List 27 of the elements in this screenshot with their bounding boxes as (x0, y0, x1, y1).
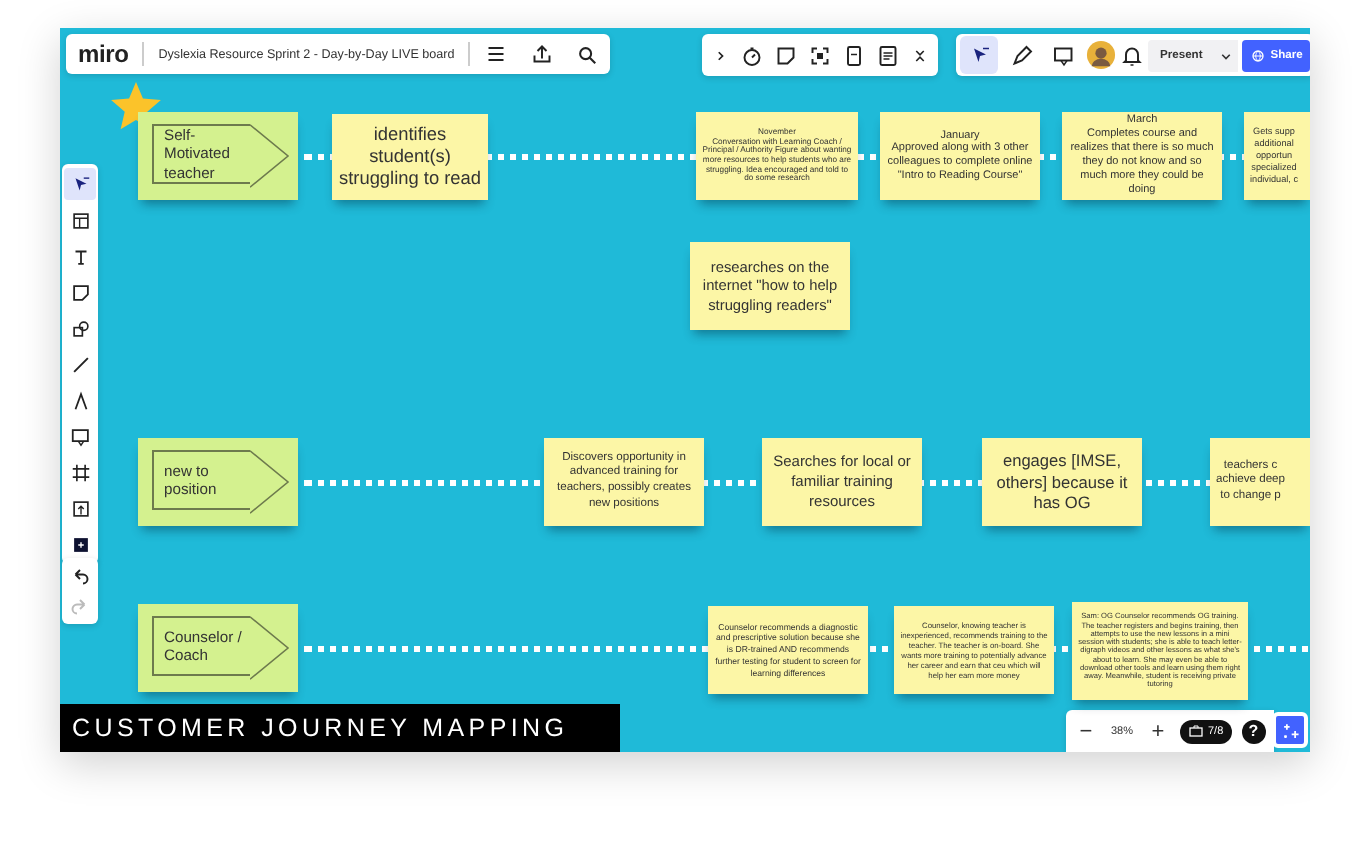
menu-icon[interactable] (484, 42, 509, 66)
frames-icon[interactable] (1188, 723, 1204, 739)
focus-icon[interactable] (808, 43, 832, 67)
notifications-icon[interactable] (1120, 43, 1144, 67)
comment-icon[interactable] (1051, 43, 1075, 67)
document-icon[interactable] (842, 43, 866, 67)
help-button[interactable]: ? (1241, 719, 1266, 743)
collapse-icon[interactable] (910, 45, 930, 65)
zoom-out-button[interactable]: − (1074, 719, 1098, 743)
sticky-text: engages [IMSE, others] because it has OG (994, 449, 1130, 515)
share-icon[interactable] (530, 42, 555, 66)
arrow-tip-outline (250, 616, 290, 680)
zoom-in-button[interactable]: + (1146, 719, 1170, 743)
avatar[interactable] (1086, 40, 1116, 70)
arrow-tip-outline (250, 450, 290, 514)
timer-icon[interactable] (740, 43, 764, 67)
notes-icon[interactable] (876, 43, 900, 67)
sparkle-icon[interactable] (1279, 719, 1301, 741)
logo[interactable]: miro (78, 40, 129, 68)
search-icon[interactable] (576, 43, 599, 65)
banner-title: CUSTOMER JOURNEY MAPPING (72, 714, 569, 742)
sticky-note-icon[interactable] (774, 43, 798, 67)
cursor-tool[interactable] (960, 36, 998, 74)
sticky-text: identifies student(s) struggling to read (338, 123, 482, 191)
arrow-tip-outline (250, 124, 290, 188)
globe-icon[interactable] (1250, 47, 1267, 63)
assistant-button[interactable] (1272, 712, 1308, 748)
